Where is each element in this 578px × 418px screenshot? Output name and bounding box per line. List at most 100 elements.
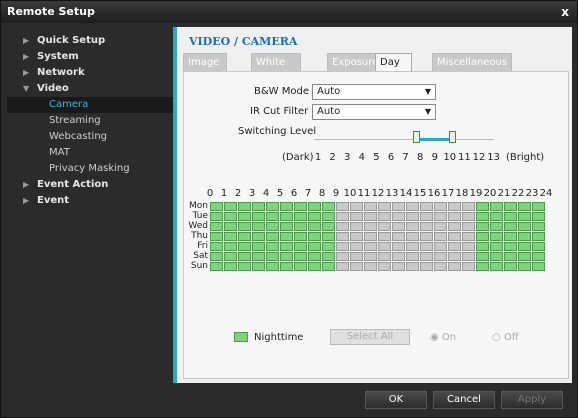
schedule-cell[interactable] (490, 252, 503, 261)
switching-level-high-handle[interactable] (449, 131, 456, 143)
schedule-cell[interactable] (378, 262, 391, 271)
schedule-cell[interactable] (518, 262, 531, 271)
schedule-cell[interactable] (280, 232, 293, 241)
schedule-cell[interactable] (266, 262, 279, 271)
schedule-cell[interactable] (378, 202, 391, 211)
schedule-cell[interactable] (476, 212, 489, 221)
schedule-cell[interactable] (322, 202, 335, 211)
schedule-cell[interactable] (350, 242, 363, 251)
tab-day-night[interactable]: Day & Night (375, 53, 412, 104)
schedule-cell[interactable] (238, 212, 251, 221)
schedule-cell[interactable] (336, 222, 349, 231)
schedule-cell[interactable] (224, 252, 237, 261)
schedule-cell[interactable] (224, 242, 237, 251)
schedule-cell[interactable] (252, 232, 265, 241)
schedule-cell[interactable] (336, 262, 349, 271)
schedule-cell[interactable] (532, 262, 545, 271)
schedule-cell[interactable] (252, 242, 265, 251)
schedule-cell[interactable] (420, 252, 433, 261)
schedule-cell[interactable] (462, 262, 475, 271)
schedule-cell[interactable] (406, 262, 419, 271)
switching-level-low-handle[interactable] (413, 131, 420, 143)
schedule-cell[interactable] (406, 222, 419, 231)
ir-cut-filter-select[interactable]: Auto ▼ (312, 104, 436, 120)
schedule-cell[interactable] (504, 232, 517, 241)
schedule-cell[interactable] (210, 202, 223, 211)
schedule-cell[interactable] (476, 262, 489, 271)
schedule-cell[interactable] (238, 252, 251, 261)
schedule-cell[interactable] (308, 252, 321, 261)
select-all-button[interactable]: Select All (330, 329, 410, 345)
off-radio[interactable]: ○ Off (492, 332, 519, 343)
schedule-cell[interactable] (308, 202, 321, 211)
schedule-cell[interactable] (224, 222, 237, 231)
schedule-cell[interactable] (434, 202, 447, 211)
ok-button[interactable]: OK (365, 391, 427, 409)
schedule-cell[interactable] (462, 212, 475, 221)
schedule-cell[interactable] (434, 222, 447, 231)
schedule-cell[interactable] (294, 232, 307, 241)
schedule-cell[interactable] (518, 242, 531, 251)
schedule-cell[interactable] (280, 202, 293, 211)
schedule-cell[interactable] (210, 242, 223, 251)
schedule-cell[interactable] (518, 202, 531, 211)
on-radio[interactable]: ◉ On (430, 332, 456, 343)
schedule-cell[interactable] (266, 202, 279, 211)
sidebar-item-quick-setup[interactable]: ▶ Quick Setup (7, 33, 173, 49)
schedule-cell[interactable] (490, 242, 503, 251)
schedule-cell[interactable] (532, 202, 545, 211)
schedule-cell[interactable] (406, 252, 419, 261)
schedule-cell[interactable] (364, 202, 377, 211)
schedule-cell[interactable] (420, 222, 433, 231)
schedule-cell[interactable] (336, 242, 349, 251)
schedule-cell[interactable] (364, 222, 377, 231)
schedule-cell[interactable] (322, 212, 335, 221)
schedule-cell[interactable] (308, 262, 321, 271)
schedule-cell[interactable] (504, 242, 517, 251)
schedule-cell[interactable] (476, 222, 489, 231)
schedule-cell[interactable] (280, 242, 293, 251)
schedule-cell[interactable] (252, 202, 265, 211)
schedule-cell[interactable] (322, 242, 335, 251)
schedule-cell[interactable] (266, 212, 279, 221)
schedule-cell[interactable] (238, 232, 251, 241)
schedule-cell[interactable] (350, 262, 363, 271)
schedule-cell[interactable] (392, 212, 405, 221)
schedule-cell[interactable] (448, 232, 461, 241)
schedule-cell[interactable] (224, 232, 237, 241)
schedule-cell[interactable] (392, 242, 405, 251)
schedule-cell[interactable] (462, 252, 475, 261)
schedule-cell[interactable] (280, 262, 293, 271)
sidebar-item-streaming[interactable]: Streaming (7, 113, 173, 129)
schedule-cell[interactable] (504, 202, 517, 211)
schedule-cell[interactable] (336, 232, 349, 241)
schedule-cell[interactable] (490, 222, 503, 231)
schedule-cell[interactable] (420, 242, 433, 251)
schedule-cell[interactable] (392, 262, 405, 271)
schedule-cell[interactable] (392, 222, 405, 231)
apply-button[interactable]: Apply (501, 391, 563, 409)
schedule-cell[interactable] (406, 212, 419, 221)
schedule-cell[interactable] (308, 212, 321, 221)
schedule-cell[interactable] (434, 232, 447, 241)
schedule-cell[interactable] (406, 232, 419, 241)
schedule-cell[interactable] (238, 202, 251, 211)
schedule-cell[interactable] (504, 252, 517, 261)
sidebar-item-network[interactable]: ▶ Network (7, 65, 173, 81)
schedule-cell[interactable] (378, 222, 391, 231)
schedule-cell[interactable] (224, 262, 237, 271)
schedule-cell[interactable] (294, 222, 307, 231)
schedule-cell[interactable] (504, 222, 517, 231)
schedule-cell[interactable] (322, 262, 335, 271)
schedule-cell[interactable] (280, 212, 293, 221)
schedule-cell[interactable] (224, 202, 237, 211)
schedule-cell[interactable] (448, 262, 461, 271)
close-icon[interactable]: x (561, 1, 569, 23)
schedule-cell[interactable] (532, 212, 545, 221)
schedule-cell[interactable] (518, 212, 531, 221)
schedule-cell[interactable] (238, 262, 251, 271)
schedule-cell[interactable] (294, 242, 307, 251)
schedule-cell[interactable] (210, 212, 223, 221)
schedule-cell[interactable] (392, 202, 405, 211)
schedule-cell[interactable] (294, 252, 307, 261)
